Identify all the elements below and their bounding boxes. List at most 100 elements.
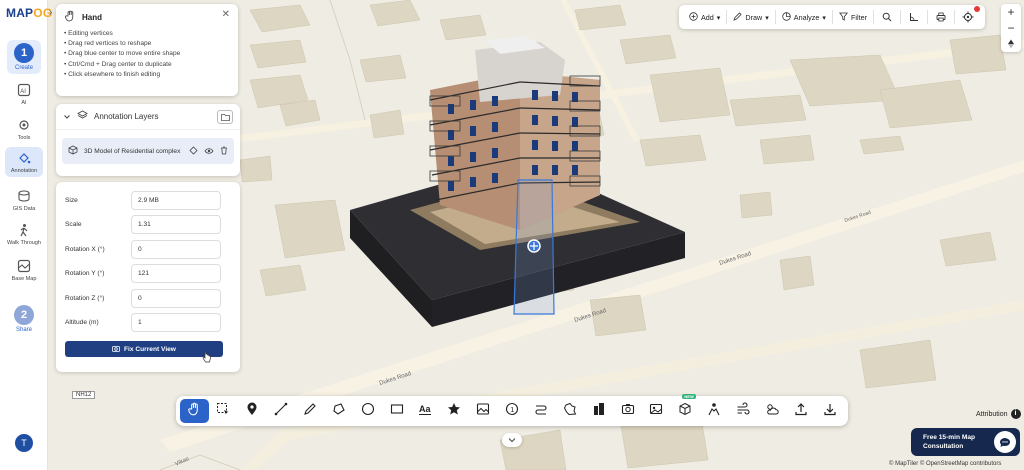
map-credits[interactable]: © MapTiler © OpenStreetMap contributors bbox=[889, 461, 1001, 467]
polygon-icon bbox=[332, 402, 346, 421]
scale-input[interactable]: 1.31 bbox=[131, 215, 221, 235]
collapse-toolbar-chevron-icon[interactable] bbox=[502, 433, 522, 447]
polygon-tool-button[interactable] bbox=[324, 399, 353, 423]
property-row-rotation-z: Rotation Z (°) 0 bbox=[56, 286, 240, 311]
folder-icon[interactable] bbox=[217, 109, 233, 124]
hand-icon bbox=[187, 402, 201, 421]
layer-item[interactable]: 3D Model of Residential complex bbox=[62, 138, 234, 164]
freehand-tool-button[interactable] bbox=[296, 399, 325, 423]
expand-rail-chevron-icon[interactable]: › bbox=[49, 7, 52, 18]
left-rail: MAPOG 1 Create AI AI Tools Annotation GI… bbox=[0, 0, 52, 470]
zoom-in-button[interactable]: + bbox=[1001, 4, 1021, 20]
model-properties-panel: Size 2.9 MB Scale 1.31 Rotation X (°) 0 … bbox=[56, 182, 240, 372]
line-tool-button[interactable] bbox=[267, 399, 296, 423]
hand-tool-button[interactable] bbox=[180, 399, 209, 423]
image-tool-button[interactable] bbox=[469, 399, 498, 423]
rectangle-tool-button[interactable] bbox=[382, 399, 411, 423]
icon-tool-button[interactable] bbox=[440, 399, 469, 423]
close-icon[interactable]: ✕ bbox=[222, 9, 230, 20]
rail-item-ai[interactable]: AI AI bbox=[5, 82, 43, 106]
cube-icon bbox=[678, 402, 692, 421]
3d-model-tool-button[interactable]: NEW bbox=[671, 394, 700, 423]
property-row-scale: Scale 1.31 bbox=[56, 213, 240, 238]
text-tool-button[interactable]: Aa bbox=[411, 399, 440, 423]
rail-item-gis-data[interactable]: GIS Data bbox=[5, 188, 43, 212]
property-row-altitude: Altitude (m) 1 bbox=[56, 311, 240, 336]
size-field[interactable]: 2.9 MB bbox=[131, 190, 221, 210]
poi-person-icon bbox=[707, 402, 721, 421]
filter-button[interactable]: Filter bbox=[833, 5, 873, 29]
camera-icon bbox=[621, 402, 635, 421]
layers-icon bbox=[77, 108, 88, 126]
chevron-down-icon[interactable] bbox=[63, 108, 71, 126]
numbered-marker-tool-button[interactable]: 1 bbox=[498, 399, 527, 423]
draw-button[interactable]: Draw ▾ bbox=[727, 5, 774, 29]
marker-tool-button[interactable] bbox=[238, 399, 267, 423]
chat-icon bbox=[994, 431, 1016, 453]
buildings-tool-button[interactable] bbox=[584, 399, 613, 423]
new-badge: NEW bbox=[682, 394, 696, 399]
region-tool-button[interactable] bbox=[555, 399, 584, 423]
property-row-rotation-y: Rotation Y (°) 121 bbox=[56, 262, 240, 287]
route-tool-button[interactable] bbox=[527, 399, 556, 423]
circle-icon bbox=[361, 402, 375, 421]
camera-tool-button[interactable] bbox=[613, 399, 642, 423]
hand-tool-hint-card: Hand ✕ • Editing vertices • Drag red ver… bbox=[56, 4, 238, 96]
ai-icon: AI bbox=[5, 82, 43, 98]
property-row-rotation-x: Rotation X (°) 0 bbox=[56, 237, 240, 262]
locate-me-icon[interactable] bbox=[955, 5, 981, 29]
rail-item-walk-through[interactable]: Walk Through bbox=[5, 222, 43, 246]
notification-dot bbox=[973, 6, 980, 12]
consultation-button[interactable]: Free 15-min Map Consultation bbox=[911, 428, 1020, 456]
step-create[interactable]: 1 Create bbox=[7, 40, 41, 74]
attribution-toggle[interactable]: Attribution i bbox=[976, 409, 1021, 419]
chevron-down-icon: ▾ bbox=[822, 12, 826, 22]
analyze-button[interactable]: Analyze ▾ bbox=[776, 5, 832, 29]
weather-tool-button[interactable] bbox=[758, 399, 787, 423]
upload-tool-button[interactable] bbox=[786, 399, 815, 423]
compass-icon[interactable] bbox=[1001, 36, 1021, 52]
locate-icon[interactable] bbox=[189, 142, 198, 160]
rotation-y-input[interactable]: 121 bbox=[131, 264, 221, 284]
gallery-tool-button[interactable] bbox=[642, 399, 671, 423]
base-map-icon bbox=[5, 258, 43, 274]
number-circle-icon: 1 bbox=[505, 402, 519, 421]
rotation-z-input[interactable]: 0 bbox=[131, 288, 221, 308]
wind-icon bbox=[736, 401, 750, 421]
trash-icon[interactable] bbox=[220, 142, 228, 160]
rail-item-annotation[interactable]: Annotation bbox=[5, 147, 43, 177]
search-icon[interactable] bbox=[874, 5, 900, 29]
layers-stack-icon bbox=[5, 188, 43, 204]
print-icon[interactable] bbox=[928, 5, 954, 29]
rotation-x-input[interactable]: 0 bbox=[131, 239, 221, 259]
measure-icon[interactable] bbox=[901, 5, 927, 29]
hint-title: Hand bbox=[64, 10, 230, 24]
filter-icon bbox=[838, 12, 848, 23]
hint-list: • Editing vertices • Drag red vertices t… bbox=[64, 29, 230, 80]
rail-item-tools[interactable]: Tools bbox=[5, 117, 43, 141]
highway-shield-label: NH12 bbox=[72, 391, 96, 399]
zoom-out-button[interactable]: − bbox=[1001, 20, 1021, 36]
plus-circle-icon bbox=[689, 11, 698, 23]
hint-item: • Drag red vertices to reshape bbox=[64, 40, 152, 48]
camera-icon bbox=[112, 345, 120, 354]
user-avatar[interactable]: T bbox=[15, 434, 33, 452]
layers-header[interactable]: Annotation Layers bbox=[56, 104, 240, 130]
svg-text:Aa: Aa bbox=[419, 404, 431, 414]
chevron-down-icon: ▾ bbox=[765, 12, 769, 22]
mapog-logo[interactable]: MAPOG bbox=[6, 6, 52, 20]
rail-item-base-map[interactable]: Base Map bbox=[5, 258, 43, 282]
step-share[interactable]: 2 Share bbox=[7, 305, 41, 333]
weather-icon bbox=[765, 402, 779, 421]
upload-icon bbox=[794, 402, 808, 421]
download-tool-button[interactable] bbox=[815, 399, 844, 423]
altitude-input[interactable]: 1 bbox=[131, 313, 221, 333]
wind-tool-button[interactable] bbox=[729, 399, 758, 423]
poi-tool-button[interactable] bbox=[700, 399, 729, 423]
zoom-controls: + − bbox=[1001, 4, 1021, 52]
eye-icon[interactable] bbox=[204, 142, 214, 160]
select-tool-button[interactable] bbox=[209, 399, 238, 423]
circle-tool-button[interactable] bbox=[353, 399, 382, 423]
add-button[interactable]: Add ▾ bbox=[683, 5, 726, 29]
fix-current-view-button[interactable]: Fix Current View bbox=[65, 341, 223, 357]
